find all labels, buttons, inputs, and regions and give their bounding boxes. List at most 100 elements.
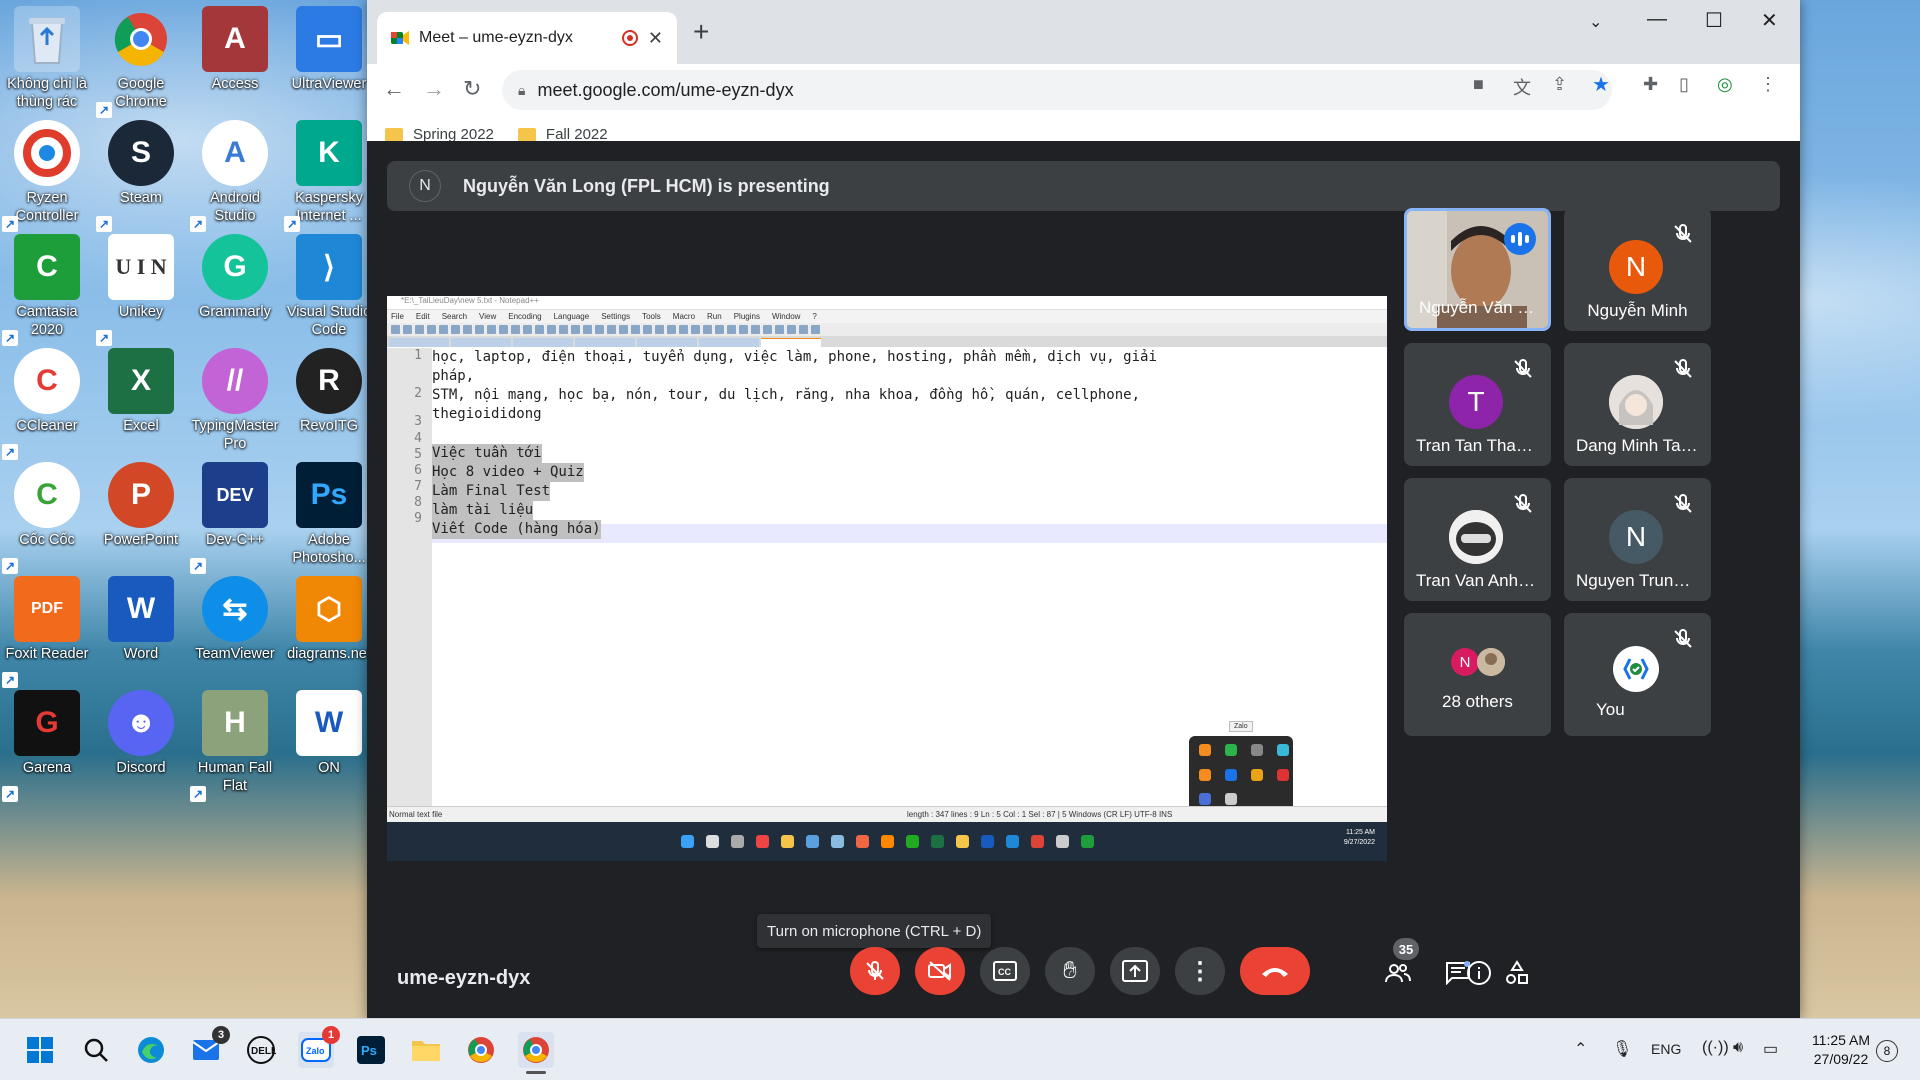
desktop-icon-word[interactable]: W Word [94,576,188,690]
new-tab-button[interactable]: + [693,16,709,48]
desktop-icon-diagrams[interactable]: ⬡ diagrams.net [282,576,376,690]
desktop-icon-steam[interactable]: S ↗ Steam [94,120,188,234]
maximize-button[interactable]: ☐ [1705,8,1723,33]
microphone-tray-icon[interactable]: 🎙︎ [1612,1039,1632,1059]
desktop-icon-discord[interactable]: ☻ Discord [94,690,188,804]
activities-button[interactable] [1500,956,1534,990]
taskbar-chrome-active[interactable] [518,1032,554,1074]
others-tile[interactable]: N 28 others [1404,613,1551,736]
taskbar-zalo[interactable]: Zalo 1 [298,1026,340,1068]
taskbar-edge[interactable] [133,1032,169,1068]
chat-icon [1446,961,1470,985]
camera-off-button[interactable] [915,947,965,995]
microphone-off-button[interactable] [850,947,900,995]
close-window-button[interactable]: ✕ [1761,8,1778,33]
leave-call-button[interactable] [1240,947,1310,995]
notification-count-badge[interactable]: 8 [1876,1040,1898,1062]
battery-icon[interactable]: ▭ [1763,1039,1778,1059]
desktop-icon-coccoc[interactable]: C ↗ Cốc Cốc [0,462,94,576]
more-vertical-icon: ⋮ [1188,957,1212,985]
desktop-icon-android-studio[interactable]: A ↗ Android Studio [188,120,282,234]
line-number: 4 [414,431,422,446]
translate-icon[interactable]: 文 [1513,74,1531,100]
address-bar[interactable]: 🔒︎ meet.google.com/ume-eyzn-dyx [502,70,1612,110]
participant-tile[interactable]: N Nguyen Trung ... [1564,478,1711,601]
back-arrow-icon[interactable]: ← [383,76,405,102]
camtasia-icon: C [14,234,80,300]
desktop-icon-vscode[interactable]: ⟩ Visual Studio Code [282,234,376,348]
extensions-puzzle-icon[interactable]: ✚ [1643,74,1658,95]
participant-avatar: T [1449,375,1503,429]
desktop-icon-garena[interactable]: G ↗ Garena [0,690,94,804]
desktop-icon-powerpoint[interactable]: P PowerPoint [94,462,188,576]
desktop-icon-foxit[interactable]: PDF ↗ Foxit Reader [0,576,94,690]
photoshop-icon: Ps [357,1036,385,1064]
taskbar-clock[interactable]: 11:25 AM 27/09/22 [1806,1031,1876,1069]
desktop-icon-excel[interactable]: X Excel [94,348,188,462]
desktop-icon-kaspersky[interactable]: K ↗ Kaspersky Internet ... [282,120,376,234]
desktop-icon-human-fall-flat[interactable]: H ↗ Human Fall Flat [188,690,282,804]
forward-arrow-icon[interactable]: → [423,76,445,102]
present-now-button[interactable] [1110,947,1160,995]
people-count-badge: 35 [1393,938,1419,960]
start-button[interactable] [22,1032,58,1068]
ryzen-icon [14,120,80,186]
desktop-icon-camtasia[interactable]: C ↗ Camtasia 2020 [0,234,94,348]
more-options-button[interactable]: ⋮ [1175,947,1225,995]
taskbar-mail[interactable]: 3 [188,1026,230,1068]
minimize-button[interactable]: — [1647,8,1667,31]
desktop-icon-chrome[interactable]: ↗ Google Chrome [94,6,188,120]
desktop-icon-recycle-bin[interactable]: Không chỉ là thùng rác [0,6,94,120]
desktop-icon-grammarly[interactable]: G Grammarly [188,234,282,348]
taskbar-dell[interactable]: DELL [243,1032,279,1068]
taskbar-chrome[interactable] [463,1032,499,1068]
chrome-menu-icon[interactable]: ⋮ [1759,74,1777,95]
desktop-icon-access[interactable]: A Access [188,6,282,120]
notepad-status-bar: Normal text file length : 347 lines : 9 … [387,806,1387,822]
share-icon[interactable]: ⇪ [1552,74,1567,95]
taskbar-file-explorer[interactable] [408,1032,444,1068]
participant-tile[interactable]: Nguyễn Văn Lo... [1404,208,1551,331]
desktop-icon-ultraviewer[interactable]: ▭ UltraViewer [282,6,376,120]
close-tab-icon[interactable]: ✕ [648,28,663,49]
people-button[interactable] [1381,956,1415,990]
svg-text:CC: CC [998,967,1011,977]
show-hidden-icons-chevron-icon[interactable]: ⌃ [1574,1039,1587,1059]
desktop-icon-unikey[interactable]: U I N ↗ Unikey [94,234,188,348]
desktop-icon-teamviewer[interactable]: ⇆ TeamViewer [188,576,282,690]
wifi-icon[interactable]: ((·)) [1702,1039,1729,1057]
desktop-icon-devcpp[interactable]: DEV ↗ Dev-C++ [188,462,282,576]
captions-button[interactable]: CC [980,947,1030,995]
search-button[interactable] [78,1032,114,1068]
desktop-icon-ccleaner[interactable]: C ↗ CCleaner [0,348,94,462]
bookmark-star-icon[interactable]: ★ [1592,72,1610,97]
participant-tile[interactable]: N Nguyễn Minh [1564,208,1711,331]
extension-icon[interactable]: ◎ [1717,74,1733,95]
participant-tile[interactable]: Dang Minh Tai (... [1564,343,1711,466]
shared-clock-date: 9/27/2022 [1343,839,1375,846]
desktop-icon-ryzen-controller[interactable]: ↗ Ryzen Controller [0,120,94,234]
tab-search-chevron-icon[interactable]: ⌄ [1589,12,1602,32]
mic-off-icon [866,960,884,980]
desktop-icon-revo[interactable]: R RevoITG [282,348,376,462]
mic-off-icon [1674,223,1692,243]
shared-screen[interactable]: *E:\_TaiLieuDay\new 5.txt - Notepad++ Fi… [387,296,1387,861]
lock-icon: 🔒︎ [518,81,526,98]
raise-hand-button[interactable]: ✋︎ [1045,947,1095,995]
self-tile[interactable]: You [1564,613,1711,736]
reload-icon[interactable]: ↻ [463,76,481,102]
volume-icon[interactable]: 🔊︎ [1733,1039,1743,1057]
language-indicator[interactable]: ENG [1651,1041,1681,1057]
desktop-icon-label: Grammarly [199,304,271,320]
desktop-icon-typingmaster[interactable]: // TypingMaster Pro [188,348,282,462]
desktop-icon-on-document[interactable]: W ON [282,690,376,804]
tab-meet[interactable]: Meet – ume-eyzn-dyx ✕ [377,12,677,64]
side-panel-icon[interactable]: ▯ [1679,74,1689,95]
taskbar-photoshop[interactable]: Ps [353,1032,389,1068]
chat-button[interactable] [1441,956,1475,990]
participant-tile[interactable]: Tran Van Anh (... [1404,478,1551,601]
participant-tile[interactable]: T Tran Tan Thanh ... [1404,343,1551,466]
grammarly-icon: G [202,234,268,300]
desktop-icon-photoshop[interactable]: Ps Adobe Photosho... [282,462,376,576]
camera-in-use-icon[interactable]: ■ [1473,74,1484,95]
